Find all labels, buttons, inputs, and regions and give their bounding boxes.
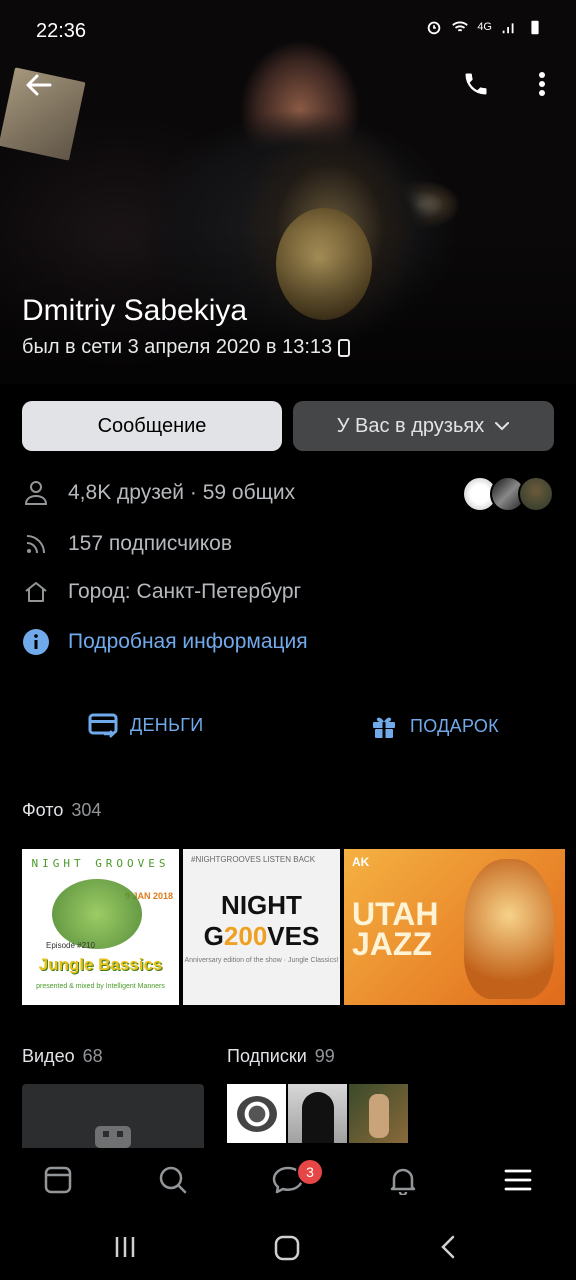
newsfeed-icon: [44, 1166, 72, 1194]
tab-notifications[interactable]: [385, 1162, 421, 1198]
gift-button[interactable]: ПОДАРОК: [370, 712, 499, 740]
subscribers-row[interactable]: 157 подписчиков: [22, 530, 232, 558]
subscriptions-header[interactable]: Подписки 99: [227, 1046, 335, 1067]
subscription-person: [302, 1092, 334, 1143]
photo1-footer: presented & mixed by Intelligent Manners: [36, 983, 165, 990]
network-type: 4G: [477, 21, 492, 33]
photo3-portrait: [464, 859, 554, 999]
friends-row[interactable]: 4,8K друзей · 59 общих: [22, 479, 295, 507]
photos-header[interactable]: Фото 304: [22, 800, 101, 821]
friends-status-button[interactable]: У Вас в друзьях: [293, 401, 554, 451]
gift-label: ПОДАРОК: [410, 715, 499, 736]
phone-icon[interactable]: [462, 70, 490, 98]
status-time: 22:36: [36, 20, 87, 42]
photo2-header: #NIGHTGROOVES LISTEN BACK: [191, 855, 316, 864]
user-icon: [22, 479, 50, 507]
subscription-thumbnail[interactable]: [288, 1084, 347, 1143]
photo2-line1: NIGHT: [221, 890, 302, 920]
videos-count: 68: [82, 1046, 103, 1066]
photo3-line1: UTAH: [352, 896, 439, 932]
back-nav-icon[interactable]: [438, 1234, 458, 1260]
money-label: ДЕНЬГИ: [130, 714, 204, 735]
message-button-label: Сообщение: [97, 414, 207, 437]
details-link[interactable]: Подробная информация: [68, 630, 308, 654]
video-thumbnail[interactable]: [22, 1084, 204, 1148]
photo3-line2: JAZZ: [352, 926, 432, 962]
photo-thumbnail[interactable]: AK UTAH JAZZ: [344, 849, 565, 1005]
subscription-logo: [237, 1096, 277, 1132]
rss-icon: [22, 530, 50, 558]
last-seen-text: был в сети 3 апреля 2020 в 13:13: [22, 336, 333, 358]
gift-icon: [373, 717, 395, 738]
photo2-200: 200: [223, 921, 268, 951]
video-placeholder-icon: [95, 1126, 131, 1148]
subscriptions-title: Подписки: [227, 1046, 307, 1066]
avatar: [518, 476, 554, 512]
photo1-art: [52, 879, 142, 949]
photo3-brand: AK: [352, 855, 370, 869]
mobile-device-icon: [338, 338, 351, 357]
photo2-g: G: [203, 921, 224, 951]
info-icon: [22, 628, 50, 656]
messages-badge: 3: [296, 1158, 324, 1186]
photos-title: Фото: [22, 800, 64, 820]
menu-icon: [504, 1169, 532, 1191]
photo2-line2: G200VES: [183, 921, 340, 951]
photo2-ves: VES: [267, 921, 320, 951]
recent-apps-icon[interactable]: [112, 1234, 138, 1260]
photo2-sub: Anniversary edition of the show · Jungle…: [184, 957, 339, 964]
tab-news[interactable]: [40, 1162, 76, 1198]
city-text: Город: Санкт-Петербург: [68, 580, 302, 603]
details-link-row[interactable]: Подробная информация: [22, 628, 308, 656]
photos-count: 304: [71, 800, 102, 820]
wifi-icon: [452, 21, 469, 32]
city-row: Город: Санкт-Петербург: [22, 578, 301, 606]
chevron-down-icon: [495, 422, 510, 431]
photo1-header: NIGHT GROOVES: [31, 857, 170, 870]
friends-count: 4,8K друзей · 59 общих: [68, 481, 296, 504]
mutual-friends-avatars[interactable]: [462, 476, 554, 512]
money-card-icon: [88, 713, 118, 738]
subscription-thumbnail[interactable]: [349, 1084, 408, 1143]
photo-thumbnail[interactable]: NIGHT GROOVES 9 JAN 2018 Episode #210 Ju…: [22, 849, 179, 1005]
status-icons: 4G: [425, 18, 544, 36]
battery-icon: [531, 20, 539, 35]
subscription-person: [369, 1094, 389, 1138]
photo1-episode: Episode #210: [46, 941, 95, 950]
tab-search[interactable]: [155, 1162, 191, 1198]
home-button-icon[interactable]: [273, 1234, 301, 1262]
last-seen: был в сети 3 апреля 2020 в 13:13: [22, 336, 351, 359]
photo1-title: Jungle Bassics: [38, 955, 163, 974]
videos-title: Видео: [22, 1046, 75, 1066]
profile-name: Dmitriy Sabekiya: [22, 294, 248, 327]
bell-icon: [390, 1168, 416, 1195]
photo-thumbnail[interactable]: #NIGHTGROOVES LISTEN BACK NIGHT G200VES …: [183, 849, 340, 1005]
tab-menu[interactable]: [500, 1162, 536, 1198]
subscribers-count: 157 подписчиков: [68, 532, 233, 555]
more-vertical-icon[interactable]: [530, 70, 554, 98]
friends-button-label: У Вас в друзьях: [336, 414, 485, 437]
money-button[interactable]: ДЕНЬГИ: [88, 712, 204, 738]
back-arrow-icon[interactable]: [24, 70, 54, 100]
search-icon: [159, 1166, 187, 1194]
subscription-thumbnail[interactable]: [227, 1084, 286, 1143]
signal-icon: [502, 23, 514, 34]
alarm-icon: [428, 21, 441, 35]
videos-header[interactable]: Видео 68: [22, 1046, 103, 1067]
subscriptions-count: 99: [314, 1046, 335, 1066]
home-icon: [22, 578, 50, 606]
message-button[interactable]: Сообщение: [22, 401, 282, 451]
